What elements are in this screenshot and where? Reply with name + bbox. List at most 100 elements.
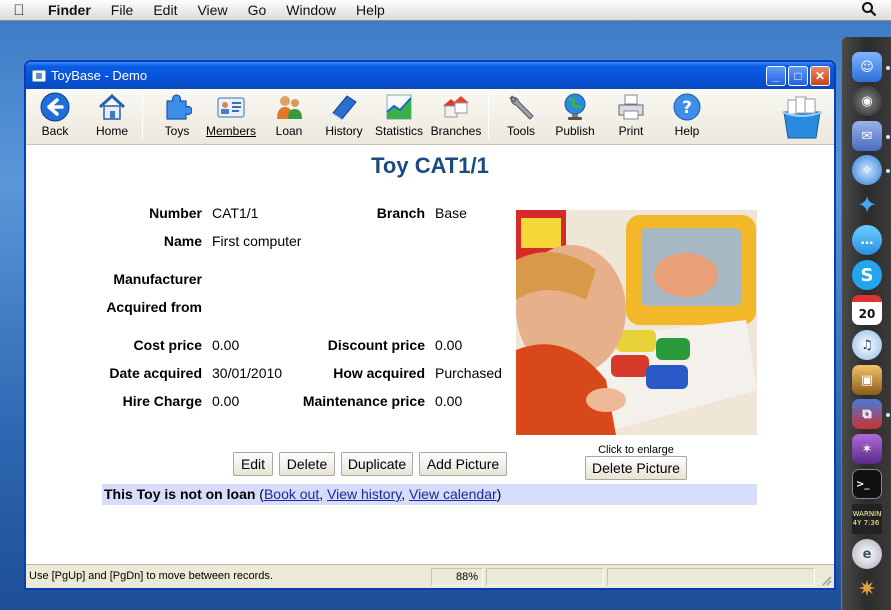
puzzle-piece-icon xyxy=(162,92,192,122)
toolbar-separator xyxy=(142,93,143,139)
date-acquired-value: 30/01/2010 xyxy=(212,365,283,381)
loan-label: Loan xyxy=(275,124,303,138)
statistics-chart-icon xyxy=(384,92,414,122)
ichat-icon[interactable]: … xyxy=(852,225,882,255)
history-button[interactable]: History xyxy=(324,92,364,142)
edit-button[interactable]: Edit xyxy=(233,452,273,476)
iphoto-icon[interactable]: ▣ xyxy=(852,365,882,395)
number-value: CAT1/1 xyxy=(212,205,259,221)
menu-finder[interactable]: Finder xyxy=(38,2,101,18)
statistics-button[interactable]: Statistics xyxy=(375,92,424,142)
toys-button[interactable]: Toys xyxy=(158,92,196,142)
toolbar: Back Home Toys Members Loan History Stat… xyxy=(26,89,834,145)
discount-price-value: 0.00 xyxy=(435,337,463,353)
printer-icon xyxy=(616,92,646,122)
minimize-button[interactable]: _ xyxy=(766,66,786,86)
menu-edit[interactable]: Edit xyxy=(143,2,187,18)
menu-file[interactable]: File xyxy=(101,2,144,18)
maintenance-price-value: 0.00 xyxy=(435,393,463,409)
toybase-window: ▦ ToyBase - Demo _ □ ✕ Back Home Toys Me… xyxy=(24,60,836,590)
publish-label: Publish xyxy=(555,124,595,138)
running-indicator xyxy=(886,169,890,173)
add-picture-button[interactable]: Add Picture xyxy=(419,452,507,476)
how-acquired-label: How acquired xyxy=(333,365,425,381)
window-titlebar[interactable]: ▦ ToyBase - Demo _ □ ✕ xyxy=(26,62,834,89)
menu-go[interactable]: Go xyxy=(238,2,277,18)
safari-compass-icon[interactable]: ✧ xyxy=(852,155,882,185)
history-label: History xyxy=(325,124,363,138)
console-icon[interactable]: WARNIN 4Y 7:36 xyxy=(852,504,882,534)
running-indicator xyxy=(886,413,890,417)
view-history-link[interactable]: View history xyxy=(327,486,401,502)
photo-enlarge-hint[interactable]: Click to enlarge xyxy=(586,444,686,456)
branches-button[interactable]: Branches xyxy=(431,92,481,142)
back-label: Back xyxy=(41,124,69,138)
tools-label: Tools xyxy=(506,124,535,138)
running-indicator xyxy=(886,66,890,70)
delete-button[interactable]: Delete xyxy=(279,452,335,476)
record-content: Toy CAT1/1 Number CAT1/1 Name First comp… xyxy=(26,145,834,566)
page-title: Toy CAT1/1 xyxy=(371,153,489,178)
comma-separator: , xyxy=(319,486,328,502)
name-label: Name xyxy=(163,233,202,249)
duplicate-button[interactable]: Duplicate xyxy=(341,452,413,476)
help-button[interactable]: ? Help xyxy=(668,92,706,142)
members-label: Members xyxy=(206,124,257,138)
itunes-icon[interactable]: ♫ xyxy=(852,330,882,360)
menu-window[interactable]: Window xyxy=(276,2,346,18)
finder-icon[interactable]: ☺ xyxy=(852,52,882,82)
members-card-icon xyxy=(216,92,246,122)
menu-view[interactable]: View xyxy=(187,2,237,18)
terminal-icon[interactable]: >_ xyxy=(852,469,882,499)
view-calendar-link[interactable]: View calendar xyxy=(409,486,497,502)
paren-close: ) xyxy=(496,486,502,502)
dashboard-icon[interactable]: ◉ xyxy=(852,86,882,116)
cost-price-value: 0.00 xyxy=(212,337,240,353)
wrench-tools-icon xyxy=(506,92,536,122)
status-panel-empty xyxy=(607,568,815,586)
mail-icon[interactable]: ✉ xyxy=(852,121,882,151)
ie-browser-icon[interactable]: e xyxy=(852,539,882,569)
delete-picture-button[interactable]: Delete Picture xyxy=(585,456,687,480)
name-value: First computer xyxy=(212,233,302,249)
statistics-label: Statistics xyxy=(375,124,424,138)
loan-status-bar: This Toy is not on loan (Book out, View … xyxy=(102,484,757,505)
skype-icon[interactable]: S xyxy=(852,260,882,290)
cost-price-label: Cost price xyxy=(133,337,202,353)
parallels-icon[interactable]: ⧉ xyxy=(852,399,882,429)
imovie-star-icon[interactable]: ✶ xyxy=(852,434,882,464)
publish-button[interactable]: Publish xyxy=(552,92,598,142)
members-button[interactable]: Members xyxy=(206,92,256,142)
book-out-link[interactable]: Book out xyxy=(264,486,319,502)
close-button[interactable]: ✕ xyxy=(810,66,830,86)
zoom-level: 88% xyxy=(431,568,483,586)
menu-help[interactable]: Help xyxy=(346,2,395,18)
branch-label: Branch xyxy=(376,205,425,221)
twitter-bird-icon[interactable]: ✦ xyxy=(852,190,882,220)
number-label: Number xyxy=(149,205,202,221)
loan-button[interactable]: Loan xyxy=(270,92,308,142)
apple-menu-icon[interactable]:  xyxy=(0,2,38,19)
maintenance-price-label: Maintenance price xyxy=(302,393,425,409)
status-panel-empty xyxy=(486,568,604,586)
hire-charge-value: 0.00 xyxy=(212,393,240,409)
resize-grip-icon[interactable] xyxy=(820,574,832,586)
how-acquired-value: Purchased xyxy=(435,365,502,381)
stuffit-icon[interactable]: ✷ xyxy=(852,574,882,604)
print-button[interactable]: Print xyxy=(612,92,650,142)
toybase-app-icon: ▦ xyxy=(32,69,46,82)
maximize-button[interactable]: □ xyxy=(788,66,808,86)
branch-value: Base xyxy=(435,205,467,221)
svg-text:?: ? xyxy=(682,98,692,118)
manufacturer-label: Manufacturer xyxy=(113,271,202,287)
tools-button[interactable]: Tools xyxy=(502,92,540,142)
print-label: Print xyxy=(618,124,644,138)
back-button[interactable]: Back xyxy=(36,92,74,142)
date-acquired-label: Date acquired xyxy=(109,365,202,381)
status-bar: Use [PgUp] and [PgDn] to move between re… xyxy=(26,564,834,588)
spotlight-search-icon[interactable] xyxy=(861,1,877,20)
acquired-from-label: Acquired from xyxy=(106,299,202,315)
toy-photo[interactable] xyxy=(516,210,757,435)
ical-calendar-icon[interactable]: 20 xyxy=(852,295,882,325)
home-button[interactable]: Home xyxy=(92,92,132,142)
